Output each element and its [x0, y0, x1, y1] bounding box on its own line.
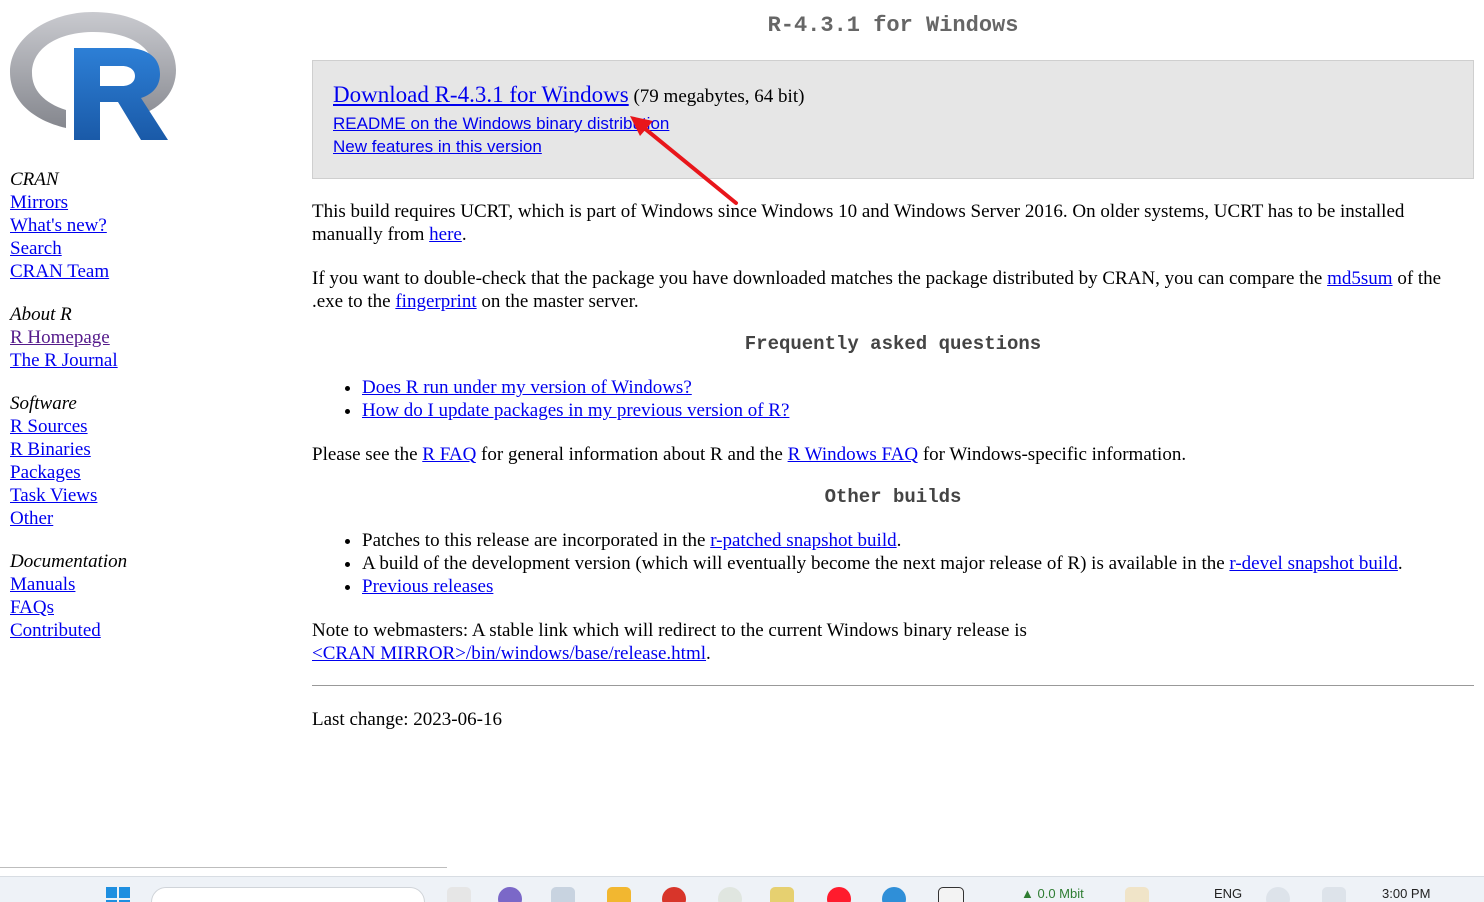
- file-explorer-icon[interactable]: [607, 887, 631, 902]
- list-item: Previous releases: [362, 575, 1474, 598]
- sidebar-link-r-journal[interactable]: The R Journal: [10, 349, 118, 372]
- checksum-text-3: on the master server.: [476, 291, 639, 312]
- faq-link-windows-version[interactable]: Does R run under my version of Windows?: [362, 377, 692, 398]
- sidebar-link-search[interactable]: Search: [10, 237, 62, 260]
- webmasters-text: Note to webmasters: A stable link which …: [312, 620, 1027, 641]
- r-faq-link[interactable]: R FAQ: [422, 444, 476, 465]
- app-icon[interactable]: [770, 887, 794, 902]
- r-windows-faq-link[interactable]: R Windows FAQ: [788, 444, 919, 465]
- sidebar-group-about: About R R Homepage The R Journal: [10, 303, 260, 372]
- r-devel-link[interactable]: r-devel snapshot build: [1229, 553, 1397, 574]
- ucrt-text: This build requires UCRT, which is part …: [312, 201, 1405, 245]
- devel-end: .: [1397, 553, 1403, 574]
- sidebar-group-software: Software R Sources R Binaries Packages T…: [10, 392, 260, 530]
- release-redirect-link[interactable]: <CRAN MIRROR>/bin/windows/base/release.h…: [312, 643, 706, 664]
- list-item: Patches to this release are incorporated…: [362, 529, 1474, 552]
- app-icon[interactable]: [938, 887, 964, 902]
- faq-link-update-packages[interactable]: How do I update packages in my previous …: [362, 400, 789, 421]
- download-size-note: (79 megabytes, 64 bit): [633, 86, 805, 107]
- sidebar-link-r-homepage[interactable]: R Homepage: [10, 326, 110, 349]
- sidebar-link-manuals[interactable]: Manuals: [10, 573, 75, 596]
- sidebar-link-cran-team[interactable]: CRAN Team: [10, 260, 109, 283]
- sidebar-group-documentation: Documentation Manuals FAQs Contributed: [10, 550, 260, 642]
- download-r-link[interactable]: Download R-4.3.1 for Windows: [333, 82, 629, 107]
- see-also-text-2: for general information about R and the: [476, 444, 788, 465]
- previous-releases-link[interactable]: Previous releases: [362, 576, 493, 597]
- task-view-icon[interactable]: [447, 887, 471, 902]
- list-item: How do I update packages in my previous …: [362, 399, 1474, 422]
- last-change: Last change: 2023-06-16: [312, 709, 502, 730]
- other-builds-list: Patches to this release are incorporated…: [312, 529, 1474, 598]
- ucrt-text-end: .: [461, 224, 467, 245]
- sidebar-link-packages[interactable]: Packages: [10, 461, 81, 484]
- app-icon[interactable]: [551, 887, 575, 902]
- patched-end: .: [896, 530, 902, 551]
- patched-text: Patches to this release are incorporated…: [362, 530, 711, 551]
- checksum-text-1: If you want to double-check that the pac…: [312, 268, 1328, 289]
- taskbar-search-box[interactable]: [151, 887, 425, 902]
- app-icon[interactable]: [1125, 887, 1149, 902]
- checksum-paragraph: If you want to double-check that the pac…: [312, 267, 1474, 313]
- sidebar-link-mirrors[interactable]: Mirrors: [10, 191, 68, 214]
- sidebar-link-r-sources[interactable]: R Sources: [10, 415, 88, 438]
- sidebar-heading-about: About R: [10, 304, 72, 325]
- sidebar-link-r-binaries[interactable]: R Binaries: [10, 438, 91, 461]
- opera-browser-icon[interactable]: [827, 887, 851, 902]
- sidebar-heading-documentation: Documentation: [10, 551, 128, 572]
- wifi-icon[interactable]: [1266, 887, 1290, 902]
- faq-heading: Frequently asked questions: [744, 333, 1042, 355]
- sidebar-link-contributed[interactable]: Contributed: [10, 619, 101, 642]
- list-item: Does R run under my version of Windows?: [362, 376, 1474, 399]
- r-patched-link[interactable]: r-patched snapshot build: [710, 530, 896, 551]
- app-icon[interactable]: [882, 887, 906, 902]
- see-also-text-3: for Windows-specific information.: [918, 444, 1187, 465]
- sidebar: CRAN Mirrors What's new? Search CRAN Tea…: [10, 168, 260, 662]
- faq-list: Does R run under my version of Windows? …: [312, 376, 1474, 422]
- webmasters-end: .: [706, 643, 711, 664]
- app-icon[interactable]: [498, 887, 522, 902]
- list-item: A build of the development version (whic…: [362, 552, 1474, 575]
- clock[interactable]: 3:00 PM: [1382, 886, 1430, 901]
- new-features-link[interactable]: New features in this version: [333, 135, 542, 158]
- network-speed: ▲ 0.0 Mbit: [1021, 886, 1084, 901]
- horizontal-scrollbar[interactable]: [0, 867, 447, 868]
- taskbar: ▲ 0.0 Mbit ENG 3:00 PM: [0, 876, 1484, 902]
- sidebar-link-faqs[interactable]: FAQs: [10, 596, 54, 619]
- windows-start-icon[interactable]: [106, 887, 130, 902]
- divider: [312, 685, 1474, 686]
- webmasters-paragraph: Note to webmasters: A stable link which …: [312, 619, 1474, 665]
- see-also-paragraph: Please see the R FAQ for general informa…: [312, 443, 1474, 466]
- sidebar-link-task-views[interactable]: Task Views: [10, 484, 97, 507]
- see-also-text-1: Please see the: [312, 444, 423, 465]
- other-builds-heading: Other builds: [824, 486, 962, 508]
- sidebar-link-other[interactable]: Other: [10, 507, 53, 530]
- sidebar-group-cran: CRAN Mirrors What's new? Search CRAN Tea…: [10, 168, 260, 283]
- md5sum-link[interactable]: md5sum: [1327, 268, 1392, 289]
- readme-link[interactable]: README on the Windows binary distributio…: [333, 112, 669, 135]
- ucrt-paragraph: This build requires UCRT, which is part …: [312, 200, 1474, 246]
- main-content: R-4.3.1 for Windows Download R-4.3.1 for…: [312, 0, 1474, 731]
- devel-text: A build of the development version (whic…: [362, 553, 1230, 574]
- ucrt-here-link[interactable]: here: [429, 224, 462, 245]
- app-icon[interactable]: [718, 887, 742, 902]
- language-indicator[interactable]: ENG: [1214, 886, 1242, 901]
- sidebar-heading-cran: CRAN: [10, 169, 59, 190]
- page-title: R-4.3.1 for Windows: [767, 13, 1019, 38]
- volume-icon[interactable]: [1322, 887, 1346, 902]
- sidebar-link-whats-new[interactable]: What's new?: [10, 214, 107, 237]
- app-icon[interactable]: [662, 887, 686, 902]
- fingerprint-link[interactable]: fingerprint: [395, 291, 476, 312]
- r-logo: [10, 12, 176, 140]
- download-box: Download R-4.3.1 for Windows (79 megabyt…: [312, 60, 1474, 179]
- sidebar-heading-software: Software: [10, 393, 77, 414]
